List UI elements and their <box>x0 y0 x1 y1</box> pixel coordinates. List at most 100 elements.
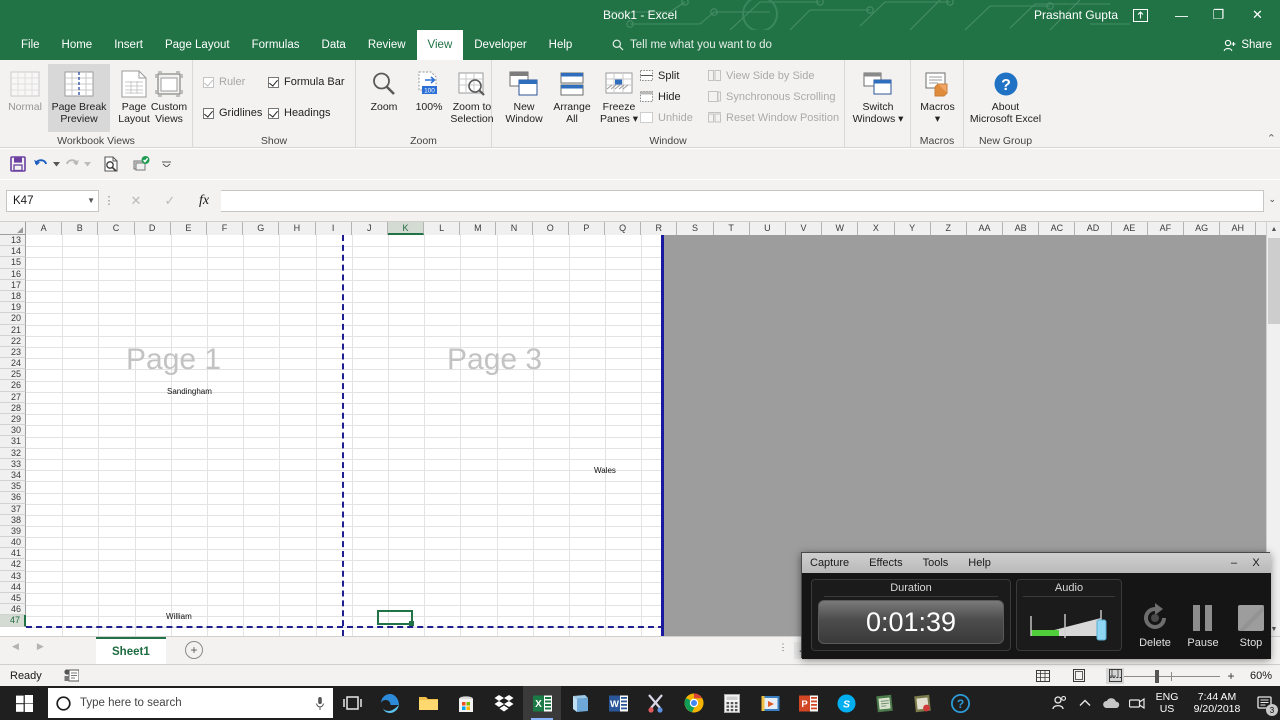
dropbox-icon[interactable] <box>485 686 523 720</box>
onedrive-icon[interactable] <box>1098 686 1124 720</box>
column-header-W[interactable]: W <box>822 222 859 235</box>
tab-view[interactable]: View <box>416 30 464 60</box>
vertical-scroll-thumb[interactable] <box>1268 238 1280 324</box>
row-header-15[interactable]: 15 <box>0 257 26 269</box>
row-header-21[interactable]: 21 <box>0 324 26 336</box>
expand-formula-bar-icon[interactable]: ⌄ <box>1268 194 1276 205</box>
row-header-31[interactable]: 31 <box>0 436 26 448</box>
tab-file[interactable]: File <box>10 30 51 60</box>
spelling-check-icon[interactable] <box>129 152 153 176</box>
tell-me-search[interactable]: Tell me what you want to do <box>612 30 772 60</box>
column-header-AH[interactable]: AH <box>1220 222 1257 235</box>
snipping-tool-icon[interactable] <box>637 686 675 720</box>
scroll-up-arrow[interactable]: ▲ <box>1267 222 1280 236</box>
row-header-37[interactable]: 37 <box>0 503 26 515</box>
column-header-P[interactable]: P <box>568 222 605 235</box>
undo-dropdown-icon[interactable] <box>52 152 61 176</box>
column-header-AA[interactable]: AA <box>966 222 1004 235</box>
macros-button[interactable]: Macros ▾ <box>913 64 962 132</box>
row-header-33[interactable]: 33 <box>0 458 26 470</box>
add-sheet-button[interactable]: + <box>185 641 203 659</box>
page-break-preview-button[interactable]: Page Break Preview <box>48 64 110 132</box>
checkbox-formula-bar[interactable]: Formula Bar <box>268 74 345 90</box>
column-header-X[interactable]: X <box>858 222 895 235</box>
column-header-E[interactable]: E <box>170 222 207 235</box>
row-header-46[interactable]: 46 <box>0 604 26 616</box>
clock[interactable]: 7:44 AM 9/20/2018 <box>1184 691 1250 715</box>
microphone-icon[interactable] <box>315 696 325 711</box>
column-header-Y[interactable]: Y <box>894 222 931 235</box>
column-header-J[interactable]: J <box>351 222 388 235</box>
row-header-43[interactable]: 43 <box>0 570 26 582</box>
column-header-U[interactable]: U <box>749 222 786 235</box>
recorder-delete-button[interactable]: Delete <box>1132 599 1178 649</box>
about-microsoft-excel-button[interactable]: ? About Microsoft Excel <box>966 64 1045 132</box>
notes-app-icon[interactable] <box>865 686 903 720</box>
column-header-K[interactable]: K <box>387 222 425 235</box>
search-input[interactable]: Type here to search <box>48 688 333 718</box>
checkbox-ruler[interactable]: Ruler <box>203 74 245 90</box>
column-header-R[interactable]: R <box>641 222 678 235</box>
enter-formula-button[interactable]: ✓ <box>153 190 187 212</box>
column-header-V[interactable]: V <box>785 222 823 235</box>
horizontal-split-handle[interactable]: ⋮ <box>776 642 790 659</box>
next-sheet-button[interactable]: ▶ <box>37 641 44 652</box>
row-header-30[interactable]: 30 <box>0 425 26 437</box>
row-header-19[interactable]: 19 <box>0 302 26 314</box>
recorder-menu-capture[interactable]: Capture <box>810 557 849 569</box>
close-button[interactable]: ✕ <box>1235 0 1280 30</box>
row-header-35[interactable]: 35 <box>0 481 26 493</box>
arrange-all-button[interactable]: Arrange All <box>548 64 596 132</box>
row-header-38[interactable]: 38 <box>0 514 26 526</box>
tab-home[interactable]: Home <box>51 30 104 60</box>
row-header-24[interactable]: 24 <box>0 358 26 370</box>
audio-level-meter[interactable] <box>1027 602 1115 646</box>
onenote-icon[interactable] <box>561 686 599 720</box>
column-header-A[interactable]: A <box>26 222 63 235</box>
row-header-40[interactable]: 40 <box>0 537 26 549</box>
page-break-horizontal-dashed[interactable] <box>26 626 664 628</box>
column-header-I[interactable]: I <box>315 222 352 235</box>
custom-views-button[interactable]: Custom Views <box>145 64 193 132</box>
column-header-F[interactable]: F <box>206 222 244 235</box>
row-header-27[interactable]: 27 <box>0 391 26 403</box>
row-header-29[interactable]: 29 <box>0 414 26 426</box>
recorder-menu-tools[interactable]: Tools <box>923 557 949 569</box>
row-header-28[interactable]: 28 <box>0 402 26 414</box>
zoom-to-selection-button[interactable]: Zoom to Selection <box>446 64 498 132</box>
formula-input[interactable] <box>221 189 1264 212</box>
column-header-H[interactable]: H <box>279 222 316 235</box>
customize-qat-icon[interactable] <box>159 152 173 176</box>
row-header-18[interactable]: 18 <box>0 290 26 303</box>
tab-help[interactable]: Help <box>538 30 584 60</box>
column-header-AG[interactable]: AG <box>1184 222 1221 235</box>
zoom-in-button[interactable]: + <box>1226 669 1236 683</box>
zoom-slider-thumb[interactable] <box>1155 669 1159 683</box>
column-header-AC[interactable]: AC <box>1039 222 1076 235</box>
zoom-dialog-button[interactable]: Zoom <box>360 64 408 132</box>
skype-icon[interactable]: S <box>827 686 865 720</box>
column-header-M[interactable]: M <box>460 222 497 235</box>
show-hidden-icons-icon[interactable] <box>1072 686 1098 720</box>
network-icon[interactable] <box>1124 686 1150 720</box>
row-header-23[interactable]: 23 <box>0 346 26 359</box>
camtasia-icon[interactable] <box>751 686 789 720</box>
row-header-13[interactable]: 13 <box>0 235 26 247</box>
recorder-app-icon[interactable] <box>903 686 941 720</box>
tab-developer[interactable]: Developer <box>463 30 537 60</box>
undo-icon[interactable] <box>32 152 50 176</box>
hide-button[interactable]: Hide <box>637 87 684 106</box>
column-header-AE[interactable]: AE <box>1111 222 1148 235</box>
recorder-menu-effects[interactable]: Effects <box>869 557 902 569</box>
column-header-O[interactable]: O <box>532 222 569 235</box>
select-all-corner[interactable] <box>0 222 26 235</box>
row-header-32[interactable]: 32 <box>0 447 26 459</box>
column-header-AB[interactable]: AB <box>1003 222 1040 235</box>
normal-view-button-status[interactable] <box>1034 668 1052 684</box>
print-preview-icon[interactable] <box>99 152 123 176</box>
zoom-slider[interactable] <box>1124 669 1220 683</box>
share-button[interactable]: Share <box>1223 30 1272 60</box>
page-break-vertical-dashed[interactable] <box>342 235 344 636</box>
row-header-14[interactable]: 14 <box>0 246 26 258</box>
microsoft-store-icon[interactable] <box>447 686 485 720</box>
